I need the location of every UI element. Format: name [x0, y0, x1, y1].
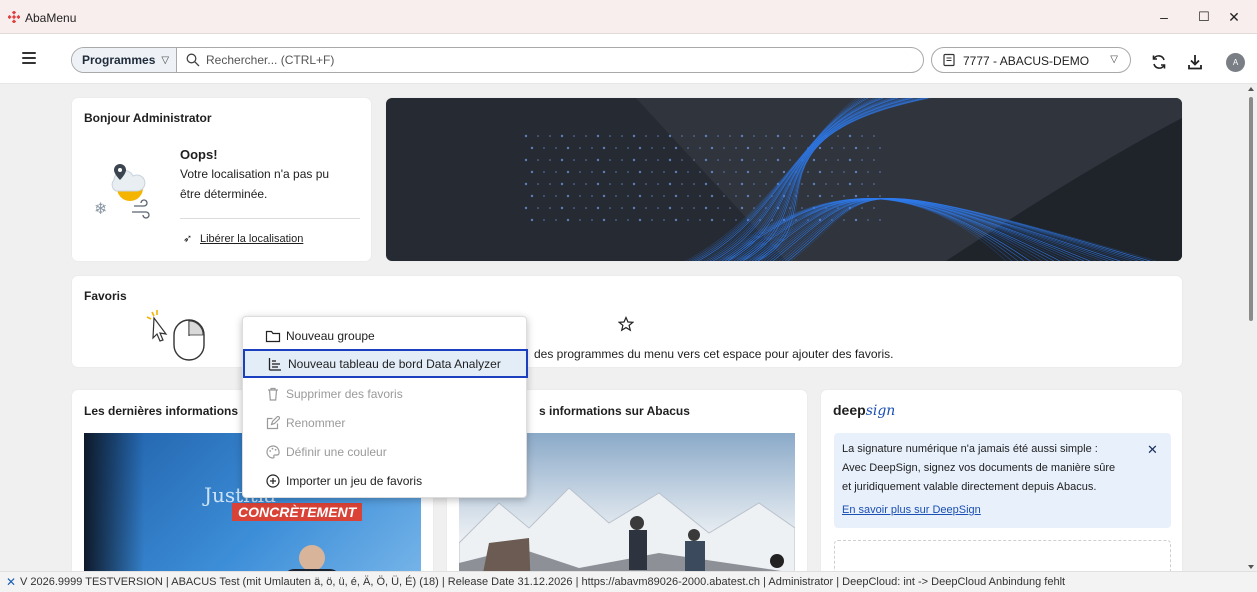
- deepsign-dropzone: [834, 540, 1171, 571]
- palette-icon: [266, 444, 280, 459]
- deepsign-text-line3: et juridiquement valable directement dep…: [842, 481, 1097, 493]
- menu-item-label: Définir une couleur: [286, 444, 387, 459]
- download-icon[interactable]: [1187, 53, 1203, 71]
- menu-item-new-group[interactable]: Nouveau groupe: [243, 321, 528, 350]
- trash-icon: [268, 387, 278, 401]
- deepsign-learn-more-link[interactable]: En savoir plus sur DeepSign: [842, 504, 981, 516]
- refresh-icon[interactable]: [1151, 54, 1167, 70]
- favorites-card: Favoris des programmes du menu vers cet …: [72, 276, 1182, 367]
- close-icon[interactable]: ✕: [1147, 442, 1158, 458]
- deepsign-card: deepsign La signature numérique n'a jama…: [821, 390, 1182, 571]
- chevron-down-icon: ▽: [161, 54, 170, 66]
- status-text: V 2026.9999 TESTVERSION | ABACUS Test (m…: [20, 576, 1066, 588]
- weather-message-line2: être déterminée.: [180, 187, 268, 201]
- edit-icon: [266, 415, 280, 429]
- news-left-title: Les dernières informations: [84, 404, 239, 418]
- deepsign-info-box: La signature numérique n'a jamais été au…: [834, 433, 1171, 528]
- menu-item-label: Nouveau groupe: [286, 328, 375, 343]
- weather-icon: ❄: [94, 164, 150, 219]
- menu-item-remove-favorites[interactable]: Supprimer des favoris: [243, 379, 528, 408]
- programs-dropdown[interactable]: Programmes ▽: [72, 48, 177, 72]
- deepsign-logo-suffix: sign: [865, 403, 896, 419]
- close-status-icon[interactable]: ✕: [6, 575, 16, 589]
- greeting-card: Bonjour Administrator ❄ Oops! Votre loca…: [72, 98, 371, 261]
- scroll-up-icon[interactable]: [1248, 87, 1254, 91]
- vertical-scrollbar[interactable]: [1246, 85, 1257, 571]
- favorites-title: Favoris: [84, 289, 127, 303]
- folder-icon: [265, 330, 281, 342]
- news-image-banner: CONCRÈTEMENT: [232, 503, 363, 521]
- drag-mouse-icon: [146, 310, 205, 361]
- mandant-selector[interactable]: 7777 - ABACUS-DEMO ▽: [931, 47, 1131, 73]
- svg-text:❄: ❄: [94, 199, 107, 218]
- enable-location-link[interactable]: Libérer la localisation: [200, 233, 303, 245]
- hero-graphic: [524, 98, 1182, 261]
- deepsign-text-line2: Avec DeepSign, signez vos documents de m…: [842, 462, 1116, 474]
- menu-item-label: Importer un jeu de favoris: [286, 473, 423, 488]
- scrollbar-thumb[interactable]: [1249, 97, 1253, 321]
- dashboard-icon: [268, 357, 281, 371]
- scroll-down-icon[interactable]: [1248, 565, 1254, 569]
- search-input[interactable]: Rechercher... (CTRL+F): [206, 53, 334, 67]
- chevron-down-icon: ▽: [1110, 54, 1118, 65]
- dashboard-content: Bonjour Administrator ❄ Oops! Votre loca…: [0, 85, 1246, 571]
- favorites-hint: des programmes du menu vers cet espace p…: [534, 347, 894, 361]
- search-bar: Programmes ▽ Rechercher... (CTRL+F): [71, 47, 924, 73]
- menu-item-new-dashboard[interactable]: Nouveau tableau de bord Data Analyzer: [243, 349, 528, 378]
- menu-item-set-color[interactable]: Définir une couleur: [243, 437, 528, 466]
- hamburger-menu-icon[interactable]: [22, 49, 36, 69]
- programs-label: Programmes: [82, 53, 156, 67]
- status-bar: ✕ V 2026.9999 TESTVERSION | ABACUS Test …: [0, 571, 1257, 592]
- deepsign-logo: deepsign: [833, 402, 895, 419]
- menu-item-label: Nouveau tableau de bord Data Analyzer: [288, 356, 501, 371]
- deepsign-text-line1: La signature numérique n'a jamais été au…: [842, 443, 1098, 455]
- location-arrow-icon: ➶: [183, 233, 193, 245]
- menu-item-label: Supprimer des favoris: [286, 386, 403, 401]
- hero-banner: [386, 98, 1182, 261]
- close-button[interactable]: ✕: [1211, 0, 1257, 34]
- greeting-title: Bonjour Administrator: [84, 111, 212, 125]
- favorites-context-menu: Nouveau groupe Nouveau tableau de bord D…: [242, 316, 528, 498]
- weather-heading: Oops!: [180, 147, 218, 162]
- divider: [180, 218, 360, 219]
- abacus-logo-icon: [8, 11, 20, 23]
- search-icon: [186, 53, 200, 67]
- weather-message-line1: Votre localisation n'a pas pu: [180, 167, 330, 181]
- user-avatar[interactable]: A: [1226, 53, 1245, 72]
- title-bar: AbaMenu – ☐ ✕: [0, 0, 1257, 34]
- menu-item-rename[interactable]: Renommer: [243, 408, 528, 437]
- window-title: AbaMenu: [25, 11, 77, 25]
- deepsign-logo-prefix: deep: [833, 402, 866, 418]
- toolbar: Programmes ▽ Rechercher... (CTRL+F) 7777…: [0, 34, 1257, 84]
- mandant-label: 7777 - ABACUS-DEMO: [963, 54, 1090, 68]
- menu-item-label: Renommer: [286, 415, 346, 430]
- document-icon: [943, 53, 955, 67]
- news-abacus-title: s informations sur Abacus: [539, 404, 690, 418]
- plus-circle-icon: [266, 473, 280, 488]
- star-icon: [618, 316, 634, 332]
- menu-item-import-favorites[interactable]: Importer un jeu de favoris: [243, 466, 528, 495]
